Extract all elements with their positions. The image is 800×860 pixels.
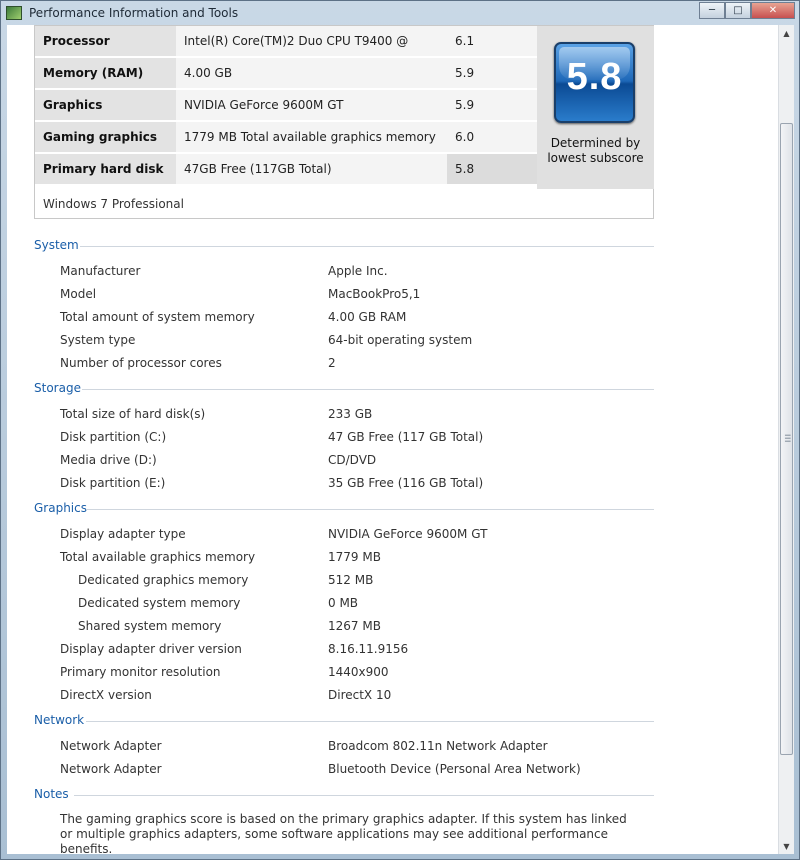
- score-panel: Processor Intel(R) Core(TM)2 Duo CPU T94…: [34, 25, 654, 219]
- section-heading: Network: [34, 713, 85, 727]
- detail-value: 4.00 GB RAM: [328, 310, 407, 324]
- window-title: Performance Information and Tools: [29, 6, 239, 20]
- badge-gloss: [559, 47, 630, 80]
- notes-text: The gaming graphics score is based on th…: [60, 812, 627, 854]
- detail-label: Dedicated system memory: [78, 596, 241, 610]
- detail-value: 1779 MB: [328, 550, 381, 564]
- detail-value: 512 MB: [328, 573, 374, 587]
- scroll-up-button[interactable]: ▲: [779, 25, 794, 41]
- detail-value: 35 GB Free (116 GB Total): [328, 476, 484, 490]
- subscore: 5.9: [447, 90, 537, 120]
- title-bar[interactable]: Performance Information and Tools ─ □ ✕: [1, 1, 799, 25]
- detail-value: CD/DVD: [328, 453, 377, 467]
- detail-value: 47 GB Free (117 GB Total): [328, 430, 484, 444]
- score-row-gaming-graphics: Gaming graphics 1779 MB Total available …: [35, 122, 543, 154]
- detail-value: 233 GB: [328, 407, 373, 421]
- detail-label: Number of processor cores: [60, 356, 222, 370]
- window-controls: ─ □ ✕: [699, 2, 795, 20]
- detail-label: Disk partition (C:): [60, 430, 167, 444]
- subscore: 5.8: [447, 154, 537, 184]
- section-divider: [86, 721, 654, 722]
- base-score-badge: 5.8: [554, 42, 635, 123]
- chevron-up-icon: ▲: [783, 28, 790, 38]
- component-description: NVIDIA GeForce 9600M GT: [176, 90, 447, 120]
- base-score-box: 5.8 Determined by lowest subscore: [537, 26, 654, 189]
- component-description: Intel(R) Core(TM)2 Duo CPU T9400 @ 2.53G…: [176, 26, 447, 78]
- base-score-caption: Determined by lowest subscore: [547, 136, 644, 165]
- scroll-thumb[interactable]: − − −: [780, 123, 793, 755]
- component-description: 4.00 GB: [176, 58, 447, 88]
- detail-label: Shared system memory: [78, 619, 222, 633]
- section-heading: Notes: [34, 787, 69, 801]
- detail-label: Network Adapter: [60, 739, 162, 753]
- section-heading: Storage: [34, 381, 81, 395]
- scroll-down-button[interactable]: ▼: [779, 838, 794, 854]
- detail-value: 2: [328, 356, 336, 370]
- grip-icon: − − −: [784, 431, 792, 447]
- detail-label: Model: [60, 287, 97, 301]
- component-name: Processor: [35, 26, 176, 56]
- section-divider: [74, 795, 654, 796]
- score-row-primary-hard-disk: Primary hard disk 47GB Free (117GB Total…: [35, 154, 543, 186]
- detail-label: Display adapter type: [60, 527, 186, 541]
- detail-value: NVIDIA GeForce 9600M GT: [328, 527, 488, 541]
- detail-label: DirectX version: [60, 688, 152, 702]
- component-description: 1779 MB Total available graphics memory: [176, 122, 447, 152]
- minimize-button[interactable]: ─: [699, 2, 725, 19]
- section-heading: Graphics: [34, 501, 87, 515]
- score-row-graphics: Graphics NVIDIA GeForce 9600M GT 5.9: [35, 90, 543, 122]
- close-icon: ✕: [768, 5, 778, 16]
- detail-label: Network Adapter: [60, 762, 162, 776]
- score-row-memory: Memory (RAM) 4.00 GB 5.9: [35, 58, 543, 90]
- vertical-scrollbar[interactable]: ▲ − − − ▼: [778, 25, 794, 854]
- detail-label: Media drive (D:): [60, 453, 157, 467]
- detail-label: Primary monitor resolution: [60, 665, 221, 679]
- maximize-button[interactable]: □: [725, 2, 751, 19]
- minimize-icon: ─: [708, 5, 716, 16]
- detail-label: System type: [60, 333, 136, 347]
- detail-value: Apple Inc.: [328, 264, 388, 278]
- maximize-icon: □: [733, 5, 743, 16]
- component-name: Memory (RAM): [35, 58, 176, 88]
- detail-value: Broadcom 802.11n Network Adapter: [328, 739, 548, 753]
- detail-label: Manufacturer: [60, 264, 141, 278]
- detail-label: Total amount of system memory: [60, 310, 255, 324]
- detail-label: Dedicated graphics memory: [78, 573, 249, 587]
- subscore: 6.1: [447, 26, 537, 56]
- score-row-processor: Processor Intel(R) Core(TM)2 Duo CPU T94…: [35, 26, 543, 78]
- component-description: 47GB Free (117GB Total): [176, 154, 447, 184]
- score-table: Processor Intel(R) Core(TM)2 Duo CPU T94…: [35, 26, 654, 189]
- component-name: Graphics: [35, 90, 176, 120]
- subscore: 5.9: [447, 58, 537, 88]
- section-divider: [86, 509, 654, 510]
- section-divider: [80, 246, 654, 247]
- detail-value: Bluetooth Device (Personal Area Network): [328, 762, 581, 776]
- section-divider: [82, 389, 654, 390]
- windows-edition: Windows 7 Professional: [43, 197, 184, 211]
- component-name: Primary hard disk: [35, 154, 176, 184]
- detail-value: 1267 MB: [328, 619, 381, 633]
- detail-value: MacBookPro5,1: [328, 287, 421, 301]
- detail-value: 64-bit operating system: [328, 333, 473, 347]
- detail-value: 8.16.11.9156: [328, 642, 409, 656]
- detail-label: Disk partition (E:): [60, 476, 166, 490]
- component-name: Gaming graphics: [35, 122, 176, 152]
- performance-app-icon: [6, 6, 22, 20]
- detail-label: Total size of hard disk(s): [60, 407, 206, 421]
- close-button[interactable]: ✕: [751, 2, 795, 19]
- section-heading: System: [34, 238, 79, 252]
- subscore: 6.0: [447, 122, 537, 152]
- detail-value: 0 MB: [328, 596, 359, 610]
- detail-label: Display adapter driver version: [60, 642, 242, 656]
- detail-value: 1440x900: [328, 665, 389, 679]
- content-area: Processor Intel(R) Core(TM)2 Duo CPU T94…: [7, 25, 778, 854]
- detail-label: Total available graphics memory: [60, 550, 256, 564]
- performance-window: Performance Information and Tools ─ □ ✕ …: [0, 0, 800, 860]
- chevron-down-icon: ▼: [783, 841, 790, 851]
- detail-value: DirectX 10: [328, 688, 392, 702]
